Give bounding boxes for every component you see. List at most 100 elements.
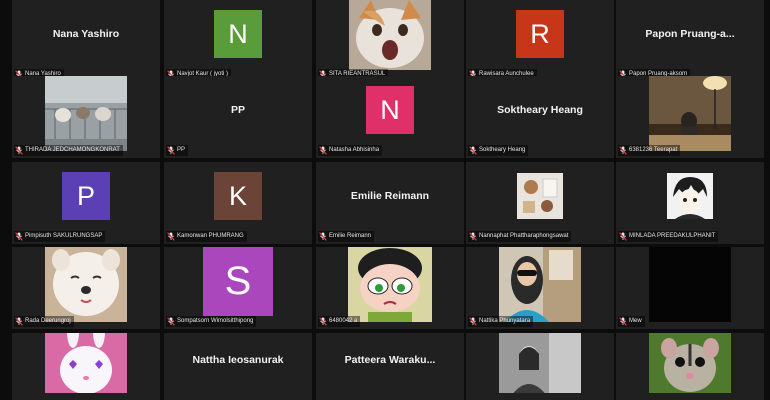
- video-area: P: [12, 162, 160, 230]
- selfie-video: [499, 247, 581, 322]
- participant-tile[interactable]: K Kamonwan PHUMRANG: [164, 162, 312, 244]
- participant-tile[interactable]: Nattika Phunyatara: [466, 247, 614, 329]
- video-area: [616, 76, 764, 151]
- participant-tile[interactable]: P Pimpisuth SAKULRUNGSAP: [12, 162, 160, 244]
- participant-name: Pimpisuth SAKULRUNGSAP: [25, 233, 103, 239]
- mic-muted-icon: [619, 232, 629, 241]
- participant-tile[interactable]: 6480042 a: [316, 247, 464, 329]
- video-area: [616, 162, 764, 230]
- video-area: [466, 333, 614, 393]
- avatar: R: [516, 10, 564, 58]
- video-area: R: [466, 0, 614, 68]
- participant-display-name: Nattha Ieosanurak: [192, 353, 284, 366]
- participant-tile[interactable]: N Navjot Kaur ( jyoti ): [164, 0, 312, 82]
- participant-tile[interactable]: Emilie Reimann Emilie Reimann: [316, 162, 464, 244]
- participant-label: Natasha Abhisinha: [318, 145, 383, 156]
- participant-label: Rada Deerungroj: [14, 316, 74, 327]
- participant-label: Emilie Reimann: [318, 231, 375, 242]
- mic-muted-icon: [619, 146, 629, 155]
- participant-name: Nattika Phunyatara: [479, 318, 531, 324]
- mic-muted-icon: [319, 232, 329, 241]
- mic-muted-icon: [319, 146, 329, 155]
- room-lamp-video: [649, 76, 731, 151]
- participant-name: THIRADA JEDCHAMONGKONRAT: [25, 147, 120, 153]
- participant-tile[interactable]: PP PP: [164, 76, 312, 158]
- sugar-glider-video: [649, 333, 731, 393]
- participant-display-name: Papon Pruang-a...: [645, 28, 735, 40]
- video-area: Papon Pruang-a...: [616, 0, 764, 68]
- participant-display-name: Nana Yashiro: [52, 28, 120, 40]
- video-area: Emilie Reimann: [316, 162, 464, 230]
- video-area: [316, 0, 464, 70]
- participant-tile[interactable]: Nannaphat Phattharaphongsawat: [466, 162, 614, 244]
- participant-display-name: PP: [230, 104, 245, 116]
- participant-tile[interactable]: [616, 333, 764, 400]
- video-area: N: [164, 0, 312, 68]
- video-area: [316, 247, 464, 322]
- participant-tile[interactable]: Nattha Ieosanurak: [164, 333, 312, 400]
- participant-label: Mew: [618, 316, 645, 327]
- participant-label: Nannaphat Phattharaphongsawat: [468, 231, 572, 242]
- participant-tile[interactable]: Papon Pruang-a... Papon Pruang-aksorn: [616, 0, 764, 82]
- participant-tile[interactable]: R Rawisara Aunchulee: [466, 0, 614, 82]
- avatar: S: [203, 247, 273, 316]
- video-area: [12, 333, 160, 393]
- participant-tile[interactable]: Mew: [616, 247, 764, 329]
- black-video: [649, 247, 731, 322]
- mic-muted-icon: [619, 317, 629, 326]
- video-area: PP: [164, 76, 312, 144]
- participant-name: Mew: [629, 318, 642, 324]
- participant-tile[interactable]: Soktheary Heang Soktheary Heang: [466, 76, 614, 158]
- participant-tile[interactable]: [466, 333, 614, 400]
- participant-label: 6381236 Teerapat: [618, 145, 681, 156]
- mic-muted-icon: [319, 317, 329, 326]
- participant-tile[interactable]: THIRADA JEDCHAMONGKONRAT: [12, 76, 160, 158]
- avatar: N: [366, 86, 414, 134]
- cats-balcony-video: [45, 76, 127, 151]
- avatar: K: [214, 172, 262, 220]
- cartoon-girl-video: [348, 247, 432, 322]
- video-area: [12, 247, 160, 322]
- participant-tile[interactable]: 6381236 Teerapat: [616, 76, 764, 158]
- participant-name: 6480042 a: [329, 318, 358, 324]
- participant-tile[interactable]: SITA RIEANTRASUL: [316, 0, 464, 82]
- anime-video: [667, 173, 713, 219]
- video-area: Nana Yashiro: [12, 0, 160, 68]
- participant-label: Pimpisuth SAKULRUNGSAP: [14, 231, 106, 242]
- mic-muted-icon: [167, 146, 177, 155]
- video-area: [12, 76, 160, 151]
- video-area: [616, 247, 764, 322]
- participant-name: Soktheary Heang: [479, 147, 526, 153]
- participant-name: Emilie Reimann: [329, 233, 372, 239]
- participant-name: Sompatsorn Wimolsitthipong: [177, 318, 254, 324]
- participant-display-name: Emilie Reimann: [350, 190, 430, 202]
- participant-label: Soktheary Heang: [468, 145, 529, 156]
- participant-name: MINLADA PREEDAKULPHANIT: [629, 233, 716, 239]
- participant-tile[interactable]: N Natasha Abhisinha: [316, 76, 464, 158]
- participant-label: Sompatsorn Wimolsitthipong: [166, 316, 257, 327]
- participant-label: PP: [166, 145, 189, 156]
- dog-video: [45, 247, 127, 322]
- participant-label: Kamonwan PHUMRANG: [166, 231, 247, 242]
- avatar: N: [214, 10, 262, 58]
- bw-person-video: [499, 333, 581, 393]
- video-area: Nattha Ieosanurak: [164, 333, 312, 386]
- video-area: [466, 162, 614, 230]
- participant-label: Nattika Phunyatara: [468, 316, 534, 327]
- participant-tile[interactable]: Patteera Waraku...: [316, 333, 464, 400]
- participant-tile[interactable]: Rada Deerungroj: [12, 247, 160, 329]
- participant-tile[interactable]: S Sompatsorn Wimolsitthipong: [164, 247, 312, 329]
- mic-muted-icon: [469, 146, 479, 155]
- mic-muted-icon: [15, 146, 25, 155]
- video-area: Soktheary Heang: [466, 76, 614, 144]
- participant-name: Natasha Abhisinha: [329, 147, 380, 153]
- participant-tile[interactable]: Nana Yashiro Nana Yashiro: [12, 0, 160, 82]
- participant-name: PP: [177, 147, 186, 153]
- avatar: P: [62, 172, 110, 220]
- participant-label: 6480042 a: [318, 316, 361, 327]
- participant-tile[interactable]: MINLADA PREEDAKULPHANIT: [616, 162, 764, 244]
- participant-display-name: Patteera Waraku...: [344, 353, 436, 366]
- participant-name: 6381236 Teerapat: [629, 147, 678, 153]
- video-area: [466, 247, 614, 322]
- participant-tile[interactable]: [12, 333, 160, 400]
